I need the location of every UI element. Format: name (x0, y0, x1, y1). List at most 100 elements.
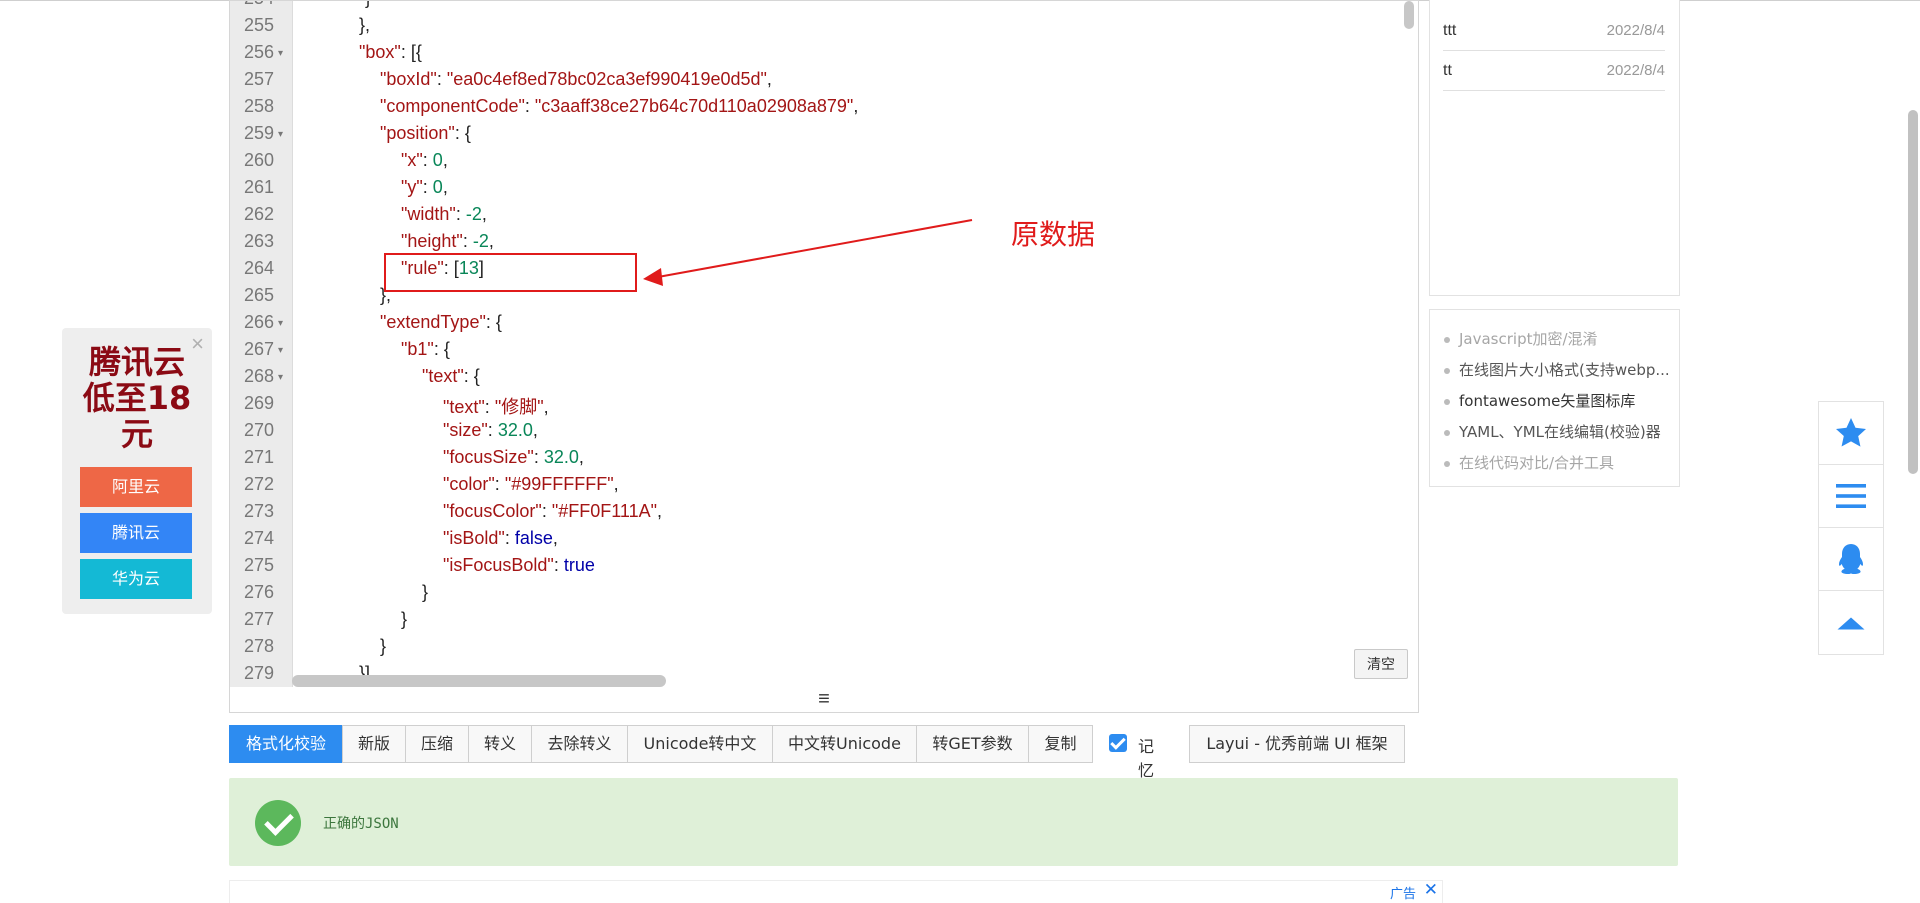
link-label[interactable]: YAML、YML在线编辑(校验)器 (1459, 423, 1661, 441)
code-line: "b1": { (401, 339, 450, 359)
line-number: 257 (243, 69, 274, 89)
link-label[interactable]: 在线图片大小格式(支持webp... (1459, 361, 1670, 379)
code-line: } (422, 582, 429, 602)
resize-grip-icon[interactable]: ≡ (818, 688, 830, 710)
validation-result: 正确的JSON (229, 778, 1678, 866)
link-label[interactable]: Javascript加密/混淆 (1459, 330, 1598, 348)
unicode-to-chinese-button[interactable]: Unicode转中文 (627, 725, 773, 763)
json-editor[interactable]: 254 255 256 ▾ 257 258 259 ▾ 260 261 262 263 264 265 26… (229, 0, 1419, 689)
ad-label: 广告 (1389, 887, 1416, 902)
link-item[interactable]: Javascript加密/混淆 (1444, 328, 1672, 349)
clear-button[interactable]: 清空 (1354, 649, 1408, 679)
code-line: "text": "修脚", (443, 397, 549, 417)
ad-close-icon[interactable]: ✕ (1424, 880, 1438, 900)
unescape-button[interactable]: 去除转义 (531, 725, 628, 763)
code-line: } (380, 636, 387, 656)
line-number: 272 (243, 474, 274, 494)
tencent-cloud-button[interactable]: 腾讯云 (80, 513, 192, 553)
line-number: 271 (243, 447, 274, 467)
code-line: "y": 0, (401, 177, 448, 197)
line-number: 263 (243, 231, 274, 251)
bullet-icon (1444, 367, 1450, 374)
qq-button[interactable] (1819, 528, 1883, 591)
fold-toggle-icon[interactable]: ▾ (278, 318, 283, 329)
line-number: 267 (243, 339, 274, 359)
check-circle-icon (255, 800, 301, 846)
copy-button[interactable]: 复制 (1028, 725, 1093, 763)
bullet-icon (1444, 336, 1450, 343)
code-line: }, (359, 15, 371, 35)
line-number: 260 (243, 150, 274, 170)
line-number: 275 (243, 555, 274, 575)
compress-button[interactable]: 压缩 (405, 725, 469, 763)
line-number: 274 (243, 528, 274, 548)
ad-title-line: 低至18 (82, 379, 192, 417)
history-date: 2022/8/4 (1606, 62, 1665, 79)
history-item[interactable]: ttt 2022/8/4 (1443, 12, 1665, 51)
link-item[interactable]: YAML、YML在线编辑(校验)器 (1444, 421, 1672, 442)
line-number: 264 (243, 258, 274, 278)
code-line: "componentCode": "c3aaff38ce27b64c70d110… (380, 96, 859, 116)
aliyun-button[interactable]: 阿里云 (80, 467, 192, 507)
code-line: "position": { (380, 123, 471, 143)
remember-checkbox[interactable] (1109, 734, 1127, 752)
code-line: "extendType": { (380, 312, 502, 332)
history-name[interactable]: tt (1443, 62, 1452, 80)
page-scrollbar[interactable] (1908, 110, 1918, 474)
code-line: "text": { (422, 366, 480, 386)
fold-toggle-icon[interactable]: ▾ (278, 372, 283, 383)
menu-button[interactable] (1819, 465, 1883, 528)
qq-icon (1839, 544, 1863, 574)
link-item[interactable]: 在线代码对比/合并工具 (1444, 452, 1672, 473)
horizontal-scrollbar[interactable] (292, 675, 666, 687)
line-number: 278 (243, 636, 274, 656)
validation-message: 正确的JSON (323, 816, 399, 832)
bullet-icon (1444, 429, 1450, 436)
history-name[interactable]: ttt (1443, 22, 1456, 40)
left-floating-ad: × 腾讯云 低至18 元 阿里云 腾讯云 华为云 (62, 328, 212, 614)
escape-button[interactable]: 转义 (468, 725, 532, 763)
line-number: 270 (243, 420, 274, 440)
bullet-icon (1444, 398, 1450, 405)
chinese-to-unicode-button[interactable]: 中文转Unicode (772, 725, 917, 763)
scroll-top-icon (1837, 617, 1865, 630)
history-date: 2022/8/4 (1606, 22, 1665, 39)
line-number: 255 (243, 15, 274, 35)
to-get-params-button[interactable]: 转GET参数 (916, 725, 1029, 763)
code-line: "boxId": "ea0c4ef8ed78bc02ca3ef990419e0d… (380, 69, 772, 89)
new-version-button[interactable]: 新版 (342, 725, 406, 763)
line-number: 269 (243, 393, 274, 413)
line-number: 262 (243, 204, 274, 224)
fold-toggle-icon[interactable]: ▾ (278, 48, 283, 59)
format-validate-button[interactable]: 格式化校验 (229, 725, 343, 763)
fold-toggle-icon[interactable]: ▾ (278, 129, 283, 140)
fold-toggle-icon[interactable]: ▾ (278, 345, 283, 356)
favorite-button[interactable] (1819, 402, 1883, 465)
code-line: "focusSize": 32.0, (443, 447, 584, 467)
remember-label[interactable]: 记忆 (1138, 733, 1154, 781)
link-label[interactable]: 在线代码对比/合并工具 (1459, 454, 1614, 472)
code-line: "size": 32.0, (443, 420, 538, 440)
related-tools-panel: Javascript加密/混淆 在线图片大小格式(支持webp... fonta… (1429, 309, 1680, 487)
line-number: 266 (243, 312, 274, 332)
huawei-cloud-button[interactable]: 华为云 (80, 559, 192, 599)
scroll-top-button[interactable] (1819, 591, 1883, 653)
link-label[interactable]: fontawesome矢量图标库 (1459, 392, 1635, 410)
code-line: "isFocusBold": true (443, 555, 595, 575)
line-number: 254 (230, 1, 274, 9)
link-item[interactable]: 在线图片大小格式(支持webp... (1444, 359, 1672, 380)
link-item[interactable]: fontawesome矢量图标库 (1444, 390, 1672, 411)
line-number: 261 (243, 177, 274, 197)
layui-link-button[interactable]: Layui - 优秀前端 UI 框架 (1189, 725, 1405, 763)
bottom-ad-banner[interactable]: 广告 ✕ (229, 880, 1443, 903)
line-number-gutter: 254 255 256 ▾ 257 258 259 ▾ 260 261 262 263 264 265 26… (230, 1, 293, 687)
history-item[interactable]: tt 2022/8/4 (1443, 52, 1665, 91)
ad-title-line: 腾讯云 (88, 343, 185, 381)
line-number: 259 (243, 123, 274, 143)
vertical-scrollbar[interactable] (1404, 1, 1414, 29)
code-line: "x": 0, (401, 150, 448, 170)
line-number: 256 (243, 42, 274, 62)
editor-resize-handle[interactable]: ≡ (229, 688, 1419, 713)
code-line: } (365, 1, 371, 9)
annotation-highlight-box (384, 253, 637, 292)
